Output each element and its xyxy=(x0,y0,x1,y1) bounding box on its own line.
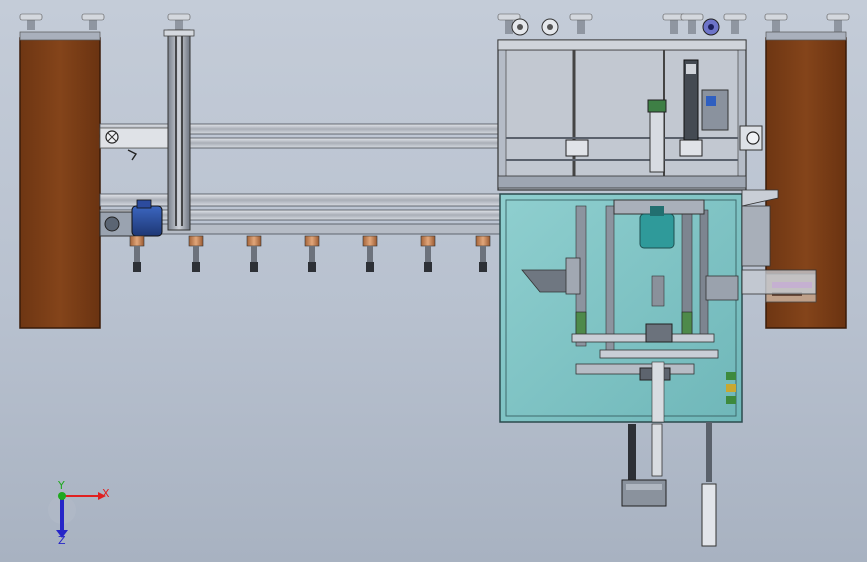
upper-machine-frame[interactable] xyxy=(497,39,763,191)
cad-viewport[interactable]: X Y Z xyxy=(0,0,867,562)
bearing-icon xyxy=(746,131,760,145)
leveling-foot xyxy=(81,13,105,30)
leveling-foot xyxy=(167,13,191,30)
leveling-foot xyxy=(680,13,704,34)
nozzle xyxy=(420,235,436,272)
nozzle xyxy=(188,235,204,272)
nozzle xyxy=(246,235,262,272)
y-axis-point xyxy=(58,492,66,500)
nozzle-row[interactable] xyxy=(129,235,491,272)
machine-assembly-model[interactable] xyxy=(0,0,867,562)
z-axis-label: Z xyxy=(58,534,66,547)
nozzle xyxy=(129,235,145,272)
leveling-foot xyxy=(764,13,788,32)
upper-rail-pair[interactable] xyxy=(99,123,501,161)
nozzle xyxy=(304,235,320,272)
y-axis-label: Y xyxy=(58,479,65,492)
leveling-foot xyxy=(569,13,593,34)
leveling-foot xyxy=(723,13,747,34)
coordinate-triad: X Y Z xyxy=(44,480,124,546)
leveling-foot xyxy=(19,13,43,30)
vertical-gantry-column[interactable] xyxy=(163,29,195,231)
left-wood-panel[interactable] xyxy=(19,31,101,329)
x-axis-label: X xyxy=(102,487,110,500)
lower-actuator[interactable] xyxy=(621,422,717,547)
leveling-foot xyxy=(826,13,850,32)
leveling-feet xyxy=(19,13,850,36)
nozzle xyxy=(475,235,491,272)
nozzle xyxy=(362,235,378,272)
